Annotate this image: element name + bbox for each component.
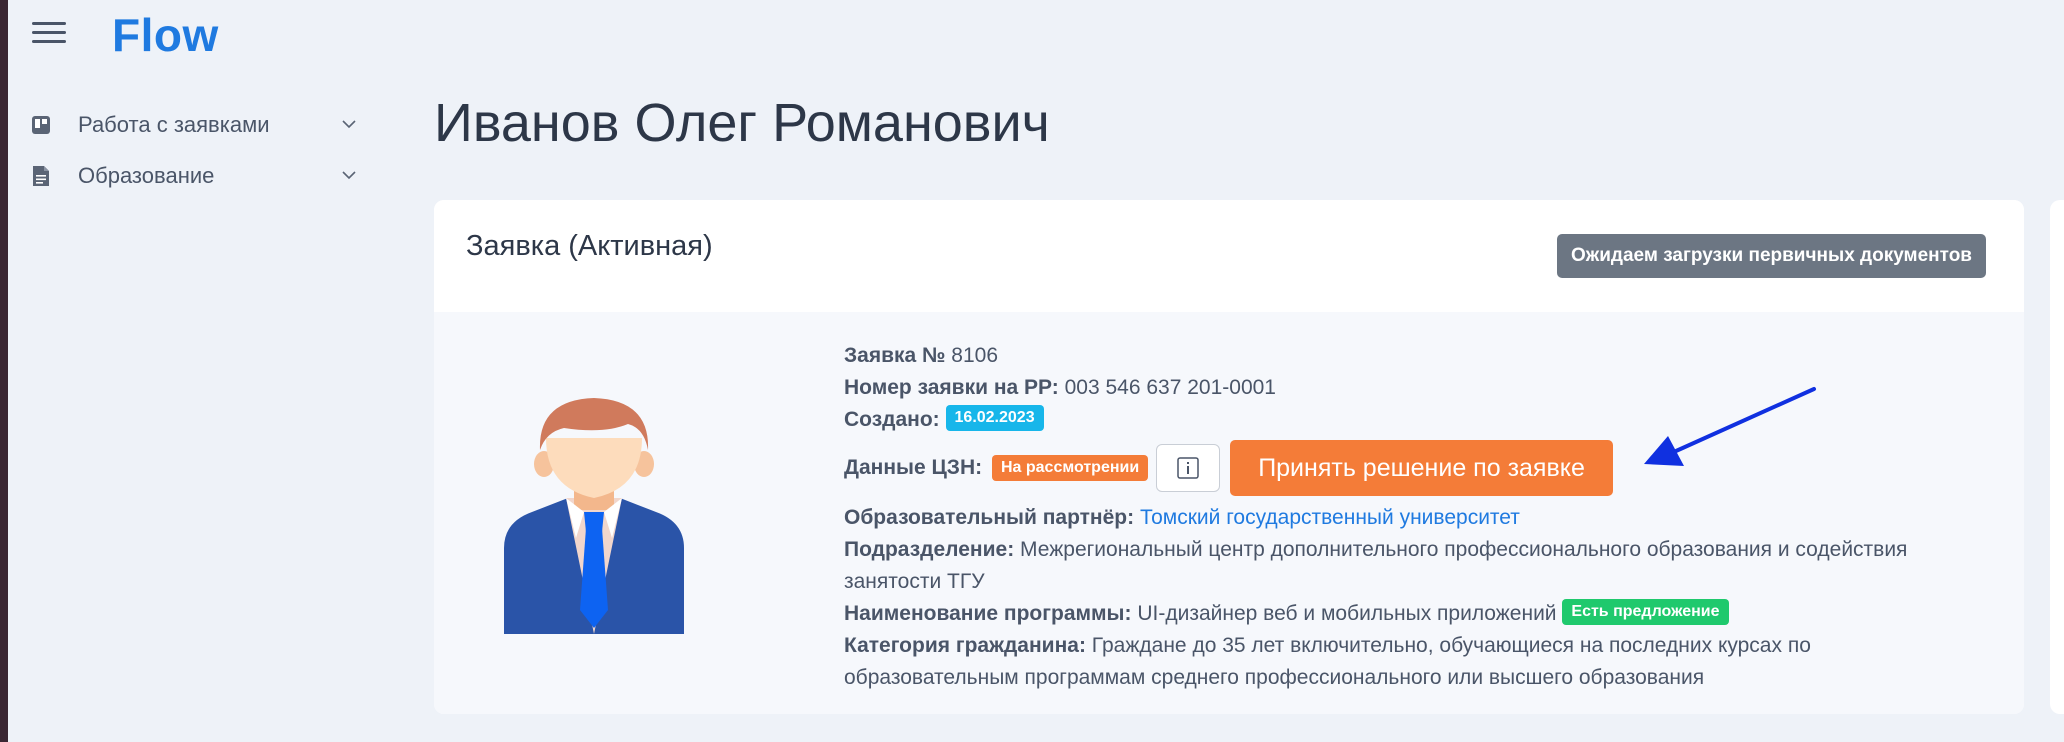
department-value-continued: занятости ТГУ [844, 570, 985, 593]
window-edge [0, 0, 8, 742]
program-value: UI-дизайнер веб и мобильных приложений [1137, 602, 1557, 625]
page-title: Иванов Олег Романович [434, 93, 1050, 153]
chevron-down-icon[interactable] [340, 115, 360, 135]
program-row: Наименование программы: UI-дизайнер веб … [844, 598, 2004, 630]
department-value: Межрегиональный центр дополнительного пр… [1020, 538, 1908, 561]
info-button[interactable] [1156, 444, 1221, 492]
category-value-continued: образовательным программам среднего проф… [844, 666, 1705, 689]
sidebar-item-label: Работа с заявками [78, 112, 270, 137]
adjacent-card-edge [2050, 200, 2064, 714]
sidebar-item-applications[interactable]: Работа с заявками [30, 103, 360, 147]
rr-number-row: Номер заявки на РР: 003 546 637 201-0001 [844, 376, 1276, 399]
category-row-continued: образовательным программам среднего проф… [844, 662, 2004, 694]
application-details: Заявка № 8106 Номер заявки на РР: 003 54… [844, 340, 2004, 694]
created-row: Создано: 16.02.2023 [844, 404, 2004, 436]
czn-row: Данные ЦЗН: На рассмотрении Принять реше… [844, 438, 2004, 498]
card-title: Заявка (Активная) [466, 230, 713, 262]
make-decision-button[interactable]: Принять решение по заявке [1230, 440, 1613, 496]
sidebar-item-education[interactable]: Образование [30, 154, 360, 198]
status-badge: Ожидаем загрузки первичных документов [1557, 234, 1986, 278]
menu-icon[interactable] [32, 22, 66, 44]
category-row: Категория гражданина: Граждане до 35 лет… [844, 634, 1811, 657]
application-number-row: Заявка № 8106 [844, 344, 998, 367]
partner-row: Образовательный партнёр: Томский государ… [844, 506, 1520, 529]
application-card: Заявка (Активная) Ожидаем загрузки перви… [434, 200, 2024, 714]
card-header: Заявка (Активная) Ожидаем загрузки перви… [434, 200, 2024, 312]
card-body: Заявка № 8106 Номер заявки на РР: 003 54… [434, 312, 2024, 714]
application-number: 8106 [951, 344, 998, 367]
category-value: Граждане до 35 лет включительно, обучающ… [1091, 634, 1811, 657]
rr-number: 003 546 637 201-0001 [1064, 376, 1276, 399]
partner-link[interactable]: Томский государственный университет [1140, 506, 1520, 529]
czn-status-badge: На рассмотрении [991, 455, 1149, 481]
info-icon [1177, 457, 1199, 479]
document-icon [30, 165, 52, 187]
department-row: Подразделение: Межрегиональный центр доп… [844, 538, 1908, 561]
avatar [504, 398, 684, 634]
sidebar-item-label: Образование [78, 163, 215, 188]
department-row-continued: занятости ТГУ [844, 566, 2004, 598]
app-logo[interactable]: Flow [112, 8, 219, 62]
chevron-down-icon[interactable] [340, 166, 360, 186]
offer-badge: Есть предложение [1562, 599, 1729, 626]
created-date-badge: 16.02.2023 [945, 405, 1044, 432]
board-icon [30, 114, 52, 136]
